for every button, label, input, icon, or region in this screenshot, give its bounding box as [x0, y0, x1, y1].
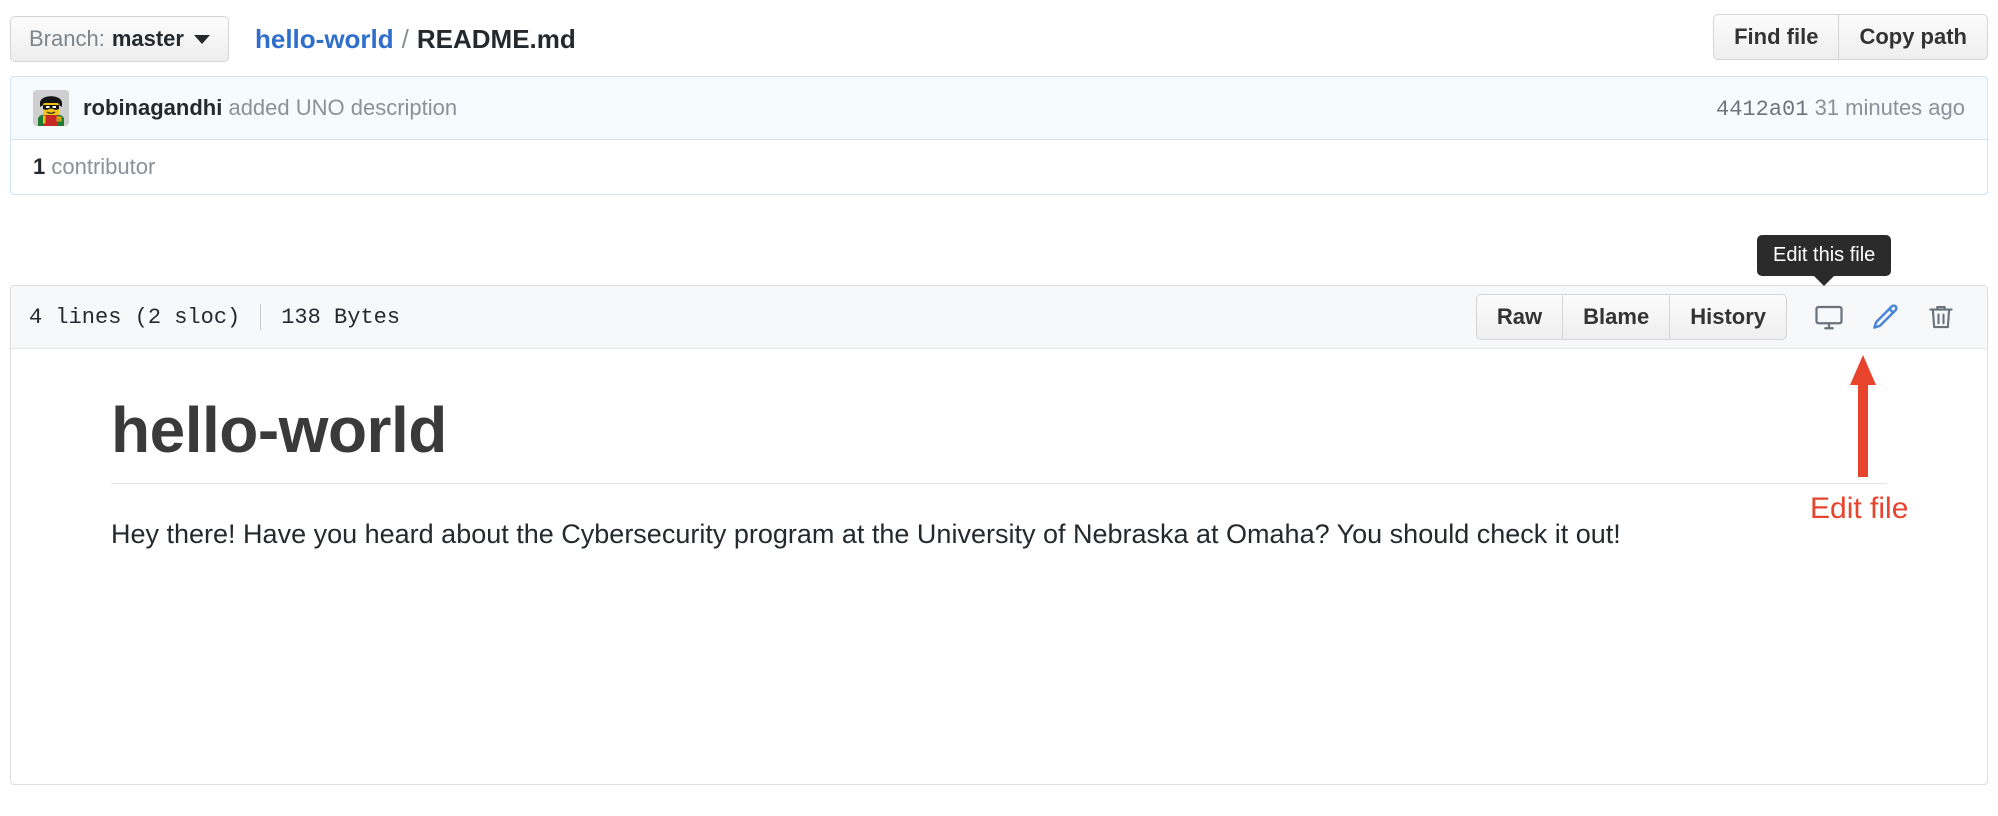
annotation-label-edit-file: Edit file [1810, 492, 1909, 525]
raw-button[interactable]: Raw [1475, 294, 1564, 340]
breadcrumb-file-name: README.md [416, 23, 576, 54]
branch-label: Branch: [29, 26, 105, 51]
contributors-row: 1 contributor [11, 139, 1987, 194]
commit-meta: 4412a01 31 minutes ago [1716, 95, 1965, 122]
readme-content: hello-world Hey there! Have you heard ab… [11, 349, 1987, 602]
breadcrumb-repo-link[interactable]: hello-world [255, 24, 394, 54]
commit-message-text: robinagandhi added UNO description [83, 95, 457, 121]
history-button[interactable]: History [1670, 294, 1787, 340]
branch-name: master [111, 26, 184, 51]
readme-heading: hello-world [111, 395, 1887, 485]
edit-file-tooltip: Edit this file [1757, 235, 1892, 286]
file-content-box: 4 lines (2 sloc) 138 Bytes Raw Blame His… [10, 285, 1988, 785]
header-button-group: Find file Copy path [1713, 14, 1988, 60]
desktop-download-icon[interactable] [1801, 295, 1857, 339]
file-actions: Raw Blame History [1475, 294, 1969, 340]
branch-selector-button[interactable]: Branch: master [10, 16, 229, 62]
trash-delete-icon[interactable] [1913, 295, 1969, 339]
github-file-view: Branch: master hello-world / README.md Fin… [0, 0, 1998, 816]
file-size: 138 Bytes [281, 304, 401, 330]
commit-message: added UNO description [228, 95, 458, 120]
svg-text:R: R [58, 117, 61, 122]
commit-timestamp: 31 minutes ago [1814, 94, 1965, 120]
file-stats: 4 lines (2 sloc) 138 Bytes [29, 304, 400, 330]
latest-commit-box: R robinagandhi added UNO description 441… [10, 76, 1988, 195]
commit-row: R robinagandhi added UNO description 441… [11, 77, 1987, 139]
file-line-count: 4 lines (2 sloc) [29, 304, 241, 330]
pencil-edit-icon[interactable] [1857, 295, 1913, 339]
breadcrumb: hello-world / README.md [255, 24, 576, 55]
breadcrumb-separator: / [401, 23, 409, 54]
user-avatar-lego-robin-icon[interactable]: R [33, 90, 69, 126]
file-header-bar: Branch: master hello-world / README.md [10, 14, 1988, 64]
chevron-down-icon [193, 34, 210, 44]
file-view-button-group: Raw Blame History [1475, 294, 1787, 340]
contributor-count: 1 [33, 154, 46, 179]
readme-paragraph: Hey there! Have you heard about the Cybe… [111, 519, 1621, 550]
meta-divider [260, 304, 262, 330]
up-arrow-annotation-icon [1845, 355, 1881, 477]
commit-sha-link[interactable]: 4412a01 [1716, 97, 1808, 122]
contributor-summary[interactable]: 1 contributor [33, 154, 155, 180]
find-file-button[interactable]: Find file [1713, 14, 1840, 60]
header-actions: Find file Copy path [1713, 14, 1988, 60]
copy-path-button[interactable]: Copy path [1839, 14, 1988, 60]
commit-author-link[interactable]: robinagandhi [83, 95, 222, 120]
blame-button[interactable]: Blame [1563, 294, 1671, 340]
file-meta-bar: 4 lines (2 sloc) 138 Bytes Raw Blame His… [11, 286, 1987, 349]
contributor-label: contributor [51, 154, 156, 179]
